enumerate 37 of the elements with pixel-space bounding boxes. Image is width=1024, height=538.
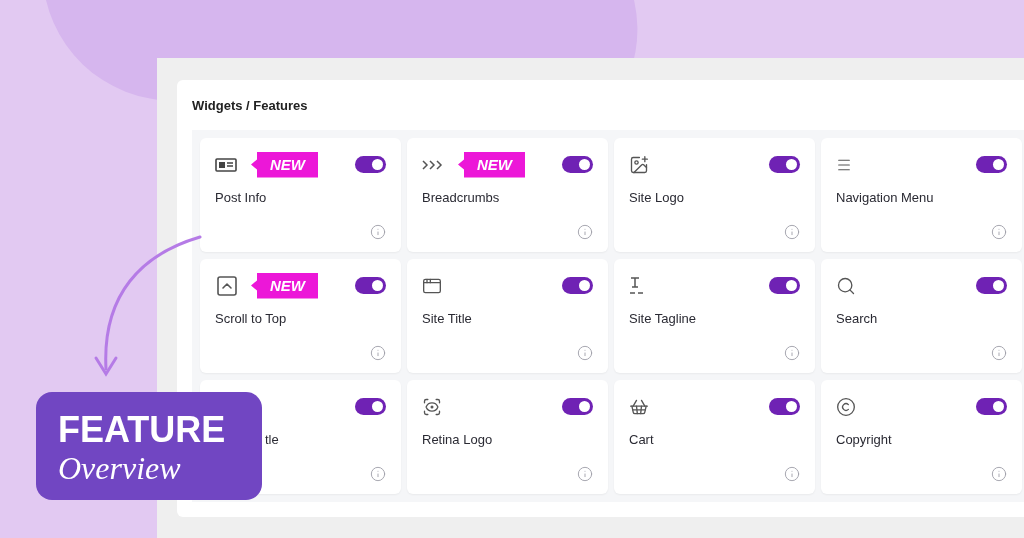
new-badge: NEW — [251, 151, 318, 178]
overlay-subtitle: Overview — [58, 450, 182, 486]
toggle-switch[interactable] — [355, 277, 386, 294]
copyright-icon — [836, 396, 856, 417]
widget-label: Site Logo — [629, 189, 684, 205]
widget-label: Search — [836, 310, 878, 326]
widget-label: Post Info — [215, 189, 267, 205]
widget-label: Navigation Menu — [836, 189, 934, 205]
eye-scan-icon — [422, 396, 442, 417]
widget-label: tle — [265, 431, 279, 447]
new-badge: NEW — [251, 272, 318, 299]
widget-label: Site Title — [422, 310, 472, 326]
toggle-switch[interactable] — [355, 398, 386, 415]
new-badge: NEW — [458, 151, 525, 178]
toggle-switch[interactable] — [769, 156, 800, 173]
widget-label: Breadcrumbs — [422, 189, 500, 205]
widget-label: Cart — [629, 431, 654, 447]
widget-label: Scroll to Top — [215, 310, 287, 326]
toggle-switch[interactable] — [976, 398, 1007, 415]
toggle-switch[interactable] — [769, 398, 800, 415]
overlay-title: FEATURE — [58, 410, 227, 450]
toggle-switch[interactable] — [562, 398, 593, 415]
panel-title: Widgets / Features — [192, 98, 308, 113]
toggle-switch[interactable] — [355, 156, 386, 173]
chevron-up-square-icon — [215, 273, 239, 298]
toggle-switch[interactable] — [562, 156, 593, 173]
widget-label: Site Tagline — [629, 310, 696, 326]
toggle-switch[interactable] — [769, 277, 800, 294]
widget-label: Copyright — [836, 431, 892, 447]
toggle-switch[interactable] — [562, 277, 593, 294]
toggle-switch[interactable] — [976, 156, 1007, 173]
search-icon — [836, 275, 856, 296]
image-plus-icon — [629, 154, 649, 175]
toggle-switch[interactable] — [976, 277, 1007, 294]
widget-label: Retina Logo — [422, 431, 493, 447]
chevrons-icon — [422, 158, 444, 171]
card-icon — [215, 157, 237, 172]
